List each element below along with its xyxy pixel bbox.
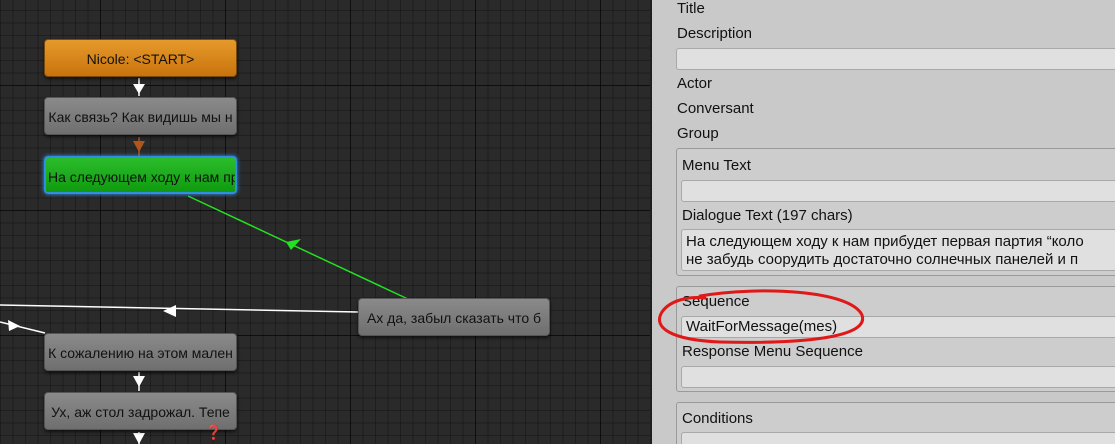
- response-menu-sequence-label: Response Menu Sequence: [682, 343, 863, 360]
- title-label: Title: [677, 0, 705, 17]
- dialogue-text-label: Dialogue Text (197 chars): [682, 207, 853, 224]
- node-start[interactable]: Nicole: <START>: [44, 39, 237, 77]
- arrow-loop-n4: [8, 320, 20, 331]
- sequence-label: Sequence: [682, 293, 750, 310]
- menu-text-field[interactable]: [681, 180, 1115, 202]
- conversant-label: Conversant: [677, 100, 754, 117]
- arrow-n1-n2: [133, 141, 145, 152]
- question-mark-icon: ❓: [205, 424, 223, 440]
- response-menu-sequence-field[interactable]: [681, 366, 1115, 388]
- link-loop-n4: [0, 321, 46, 334]
- node-dialogue-3[interactable]: Ах да, забыл сказать что б: [358, 298, 550, 336]
- node-dialogue-1[interactable]: Как связь? Как видишь мы н: [44, 97, 237, 135]
- arrow-n3-loop: [163, 305, 176, 317]
- arrow-start-n1: [133, 84, 145, 94]
- description-label: Description: [677, 25, 753, 42]
- description-field[interactable]: [676, 48, 1115, 70]
- dialogue-text-line-2: не забудь соорудить достаточно солнечных…: [686, 251, 1079, 268]
- conditions-label: Conditions: [682, 410, 753, 427]
- dialogue-text-line-1: На следующем ходу к нам прибудет первая …: [686, 233, 1084, 250]
- actor-label: Actor: [677, 75, 713, 92]
- inspector-panel: Title Description Actor Conversant Group…: [652, 0, 1115, 444]
- arrow-n5-next: [133, 433, 145, 444]
- link-n2-n3: [187, 195, 411, 301]
- node-dialogue-2-selected[interactable]: На следующем ходу к нам пр: [44, 156, 237, 194]
- conditions-field[interactable]: [681, 432, 1115, 444]
- group-label: Group: [677, 125, 719, 142]
- dialogue-graph-canvas[interactable]: Nicole: <START> Как связь? Как видишь мы…: [0, 0, 650, 444]
- link-n3-loop: [0, 304, 359, 313]
- menu-text-label: Menu Text: [682, 157, 751, 174]
- sequence-field[interactable]: WaitForMessage(mes): [681, 316, 1115, 338]
- dialogue-text-field[interactable]: На следующем ходу к нам прибудет первая …: [681, 229, 1115, 271]
- arrow-n4-n5: [133, 376, 145, 387]
- node-dialogue-4[interactable]: К сожалению на этом мален: [44, 333, 237, 371]
